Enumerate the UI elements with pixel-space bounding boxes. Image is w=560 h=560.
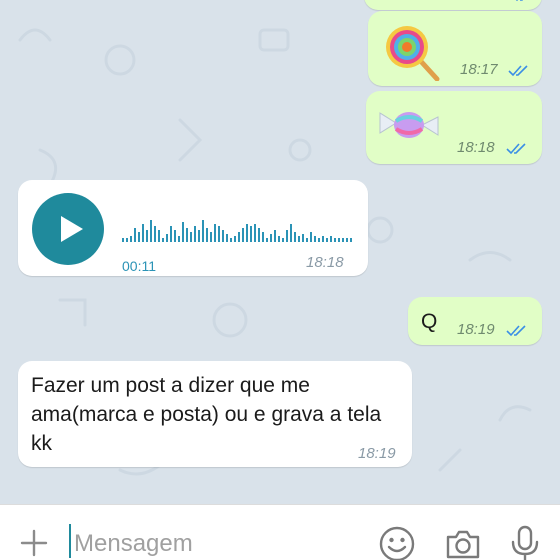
message-time: 18:17	[460, 61, 498, 78]
lollipop-emoji	[386, 26, 440, 81]
message-sticker[interactable]: 18:18	[366, 91, 542, 164]
message-time: 18:18	[306, 254, 344, 271]
message-time: 18:18	[457, 139, 495, 156]
read-ticks-icon	[508, 65, 528, 77]
play-button[interactable]	[32, 193, 104, 265]
message-time: 18:19	[358, 445, 396, 462]
read-ticks-icon	[515, 0, 524, 2]
message-bubble[interactable]: Q 18:19	[408, 297, 542, 345]
message-bubble-partial[interactable]	[364, 0, 542, 10]
message-text: Q	[421, 310, 438, 333]
candy-emoji	[379, 112, 439, 138]
voice-waveform[interactable]	[122, 216, 358, 242]
message-time: 18:19	[457, 321, 495, 338]
message-sticker[interactable]: 18:17	[368, 11, 542, 86]
emoji-icon[interactable]	[378, 525, 416, 560]
voice-message[interactable]: 00:11 18:18	[18, 180, 368, 276]
message-input[interactable]	[74, 527, 334, 560]
camera-icon[interactable]	[444, 525, 482, 560]
read-ticks-icon	[506, 325, 526, 337]
read-ticks-icon	[506, 143, 526, 155]
text-caret	[69, 524, 71, 558]
message-text: Fazer um post a dizer que me ama(marca e…	[31, 374, 382, 455]
plus-icon[interactable]	[20, 529, 48, 557]
message-bubble[interactable]: Fazer um post a dizer que me ama(marca e…	[18, 361, 412, 467]
voice-duration: 00:11	[122, 258, 156, 274]
microphone-icon[interactable]	[506, 525, 544, 560]
chat-area[interactable]: 18:17 18:18 00:11 18:18 Q 18:19 Fazer um…	[0, 0, 560, 504]
